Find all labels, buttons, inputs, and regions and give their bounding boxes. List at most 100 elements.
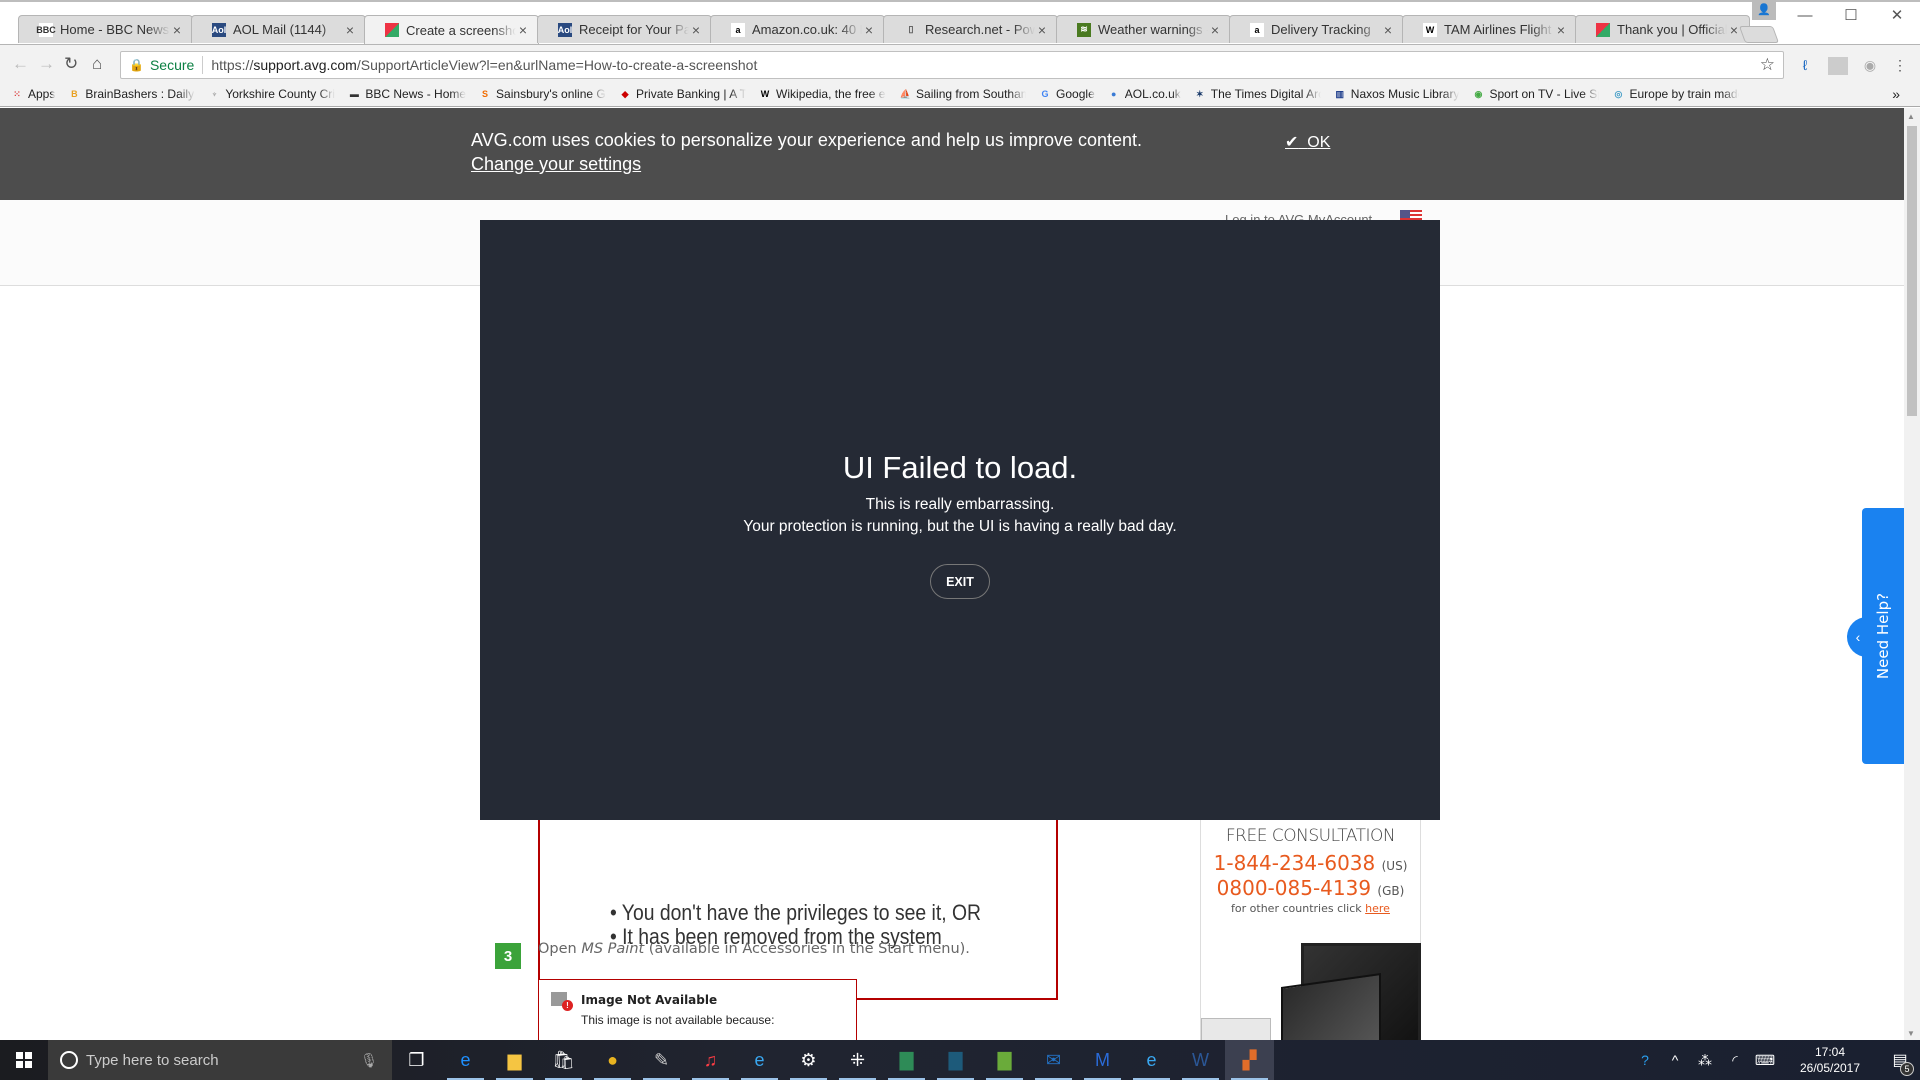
home-button[interactable]: ⌂ <box>92 54 102 74</box>
store-icon[interactable]: 🛍 <box>539 1040 588 1080</box>
close-tab-icon[interactable]: × <box>170 22 184 38</box>
bookmarks-overflow-button[interactable]: » <box>1892 86 1900 102</box>
pc-image <box>1201 1018 1271 1040</box>
avg-icon[interactable]: ▞ <box>1225 1040 1274 1080</box>
close-tab-icon[interactable]: × <box>1727 22 1741 38</box>
outlook-icon[interactable]: ✉ <box>1029 1040 1078 1080</box>
tab-6[interactable]: ≋ Weather warnings - S× <box>1056 15 1231 43</box>
tab-7[interactable]: a Delivery Tracking × <box>1229 15 1404 43</box>
address-bar[interactable]: 🔒 Secure https://support.avg.com/Support… <box>120 51 1784 79</box>
maximize-button[interactable]: ☐ <box>1828 0 1874 30</box>
extension-image-icon[interactable] <box>1828 57 1848 75</box>
bookmark-item[interactable]: ◎ Europe by train made <box>1611 87 1740 101</box>
tab-5[interactable]: ▯ Research.net - Power× <box>883 15 1058 43</box>
change-settings-link[interactable]: Change your settings <box>471 154 641 175</box>
tab-2[interactable]: Create a screenshot |× <box>364 15 539 44</box>
edge-icon[interactable]: e <box>441 1040 490 1080</box>
bookmark-item[interactable]: ✶ The Times Digital Arcl <box>1193 87 1321 101</box>
ie-icon[interactable]: e <box>1127 1040 1176 1080</box>
close-tab-icon[interactable]: × <box>1381 22 1395 38</box>
wifi-icon[interactable]: ◜ <box>1720 1052 1750 1069</box>
bookmark-item[interactable]: ⛵ Sailing from Southam <box>898 87 1026 101</box>
start-button[interactable] <box>0 1040 48 1080</box>
dropbox-icon[interactable]: ⁂ <box>1690 1052 1720 1069</box>
reload-button[interactable]: ↻ <box>64 54 78 74</box>
tab-1[interactable]: Aol AOL Mail (1144) × <box>191 15 366 43</box>
app-grid-icon[interactable]: ⁜ <box>833 1040 882 1080</box>
scroll-up-arrow-icon[interactable]: ▲ <box>1907 112 1915 121</box>
scroll-down-arrow-icon[interactable]: ▼ <box>1907 1029 1915 1038</box>
close-tab-icon[interactable]: × <box>1554 22 1568 38</box>
new-tab-button[interactable] <box>1738 26 1780 43</box>
bookmark-label: Sainsbury's online Gro <box>496 87 607 101</box>
divider <box>202 56 204 74</box>
word-icon[interactable]: W <box>1176 1040 1225 1080</box>
tab-9[interactable]: Thank you | Official A× <box>1575 15 1750 43</box>
task-view-icon[interactable]: ❐ <box>392 1040 441 1080</box>
minimize-button[interactable]: — <box>1782 0 1828 30</box>
tab-8[interactable]: W TAM Airlines Flight 3 × <box>1402 15 1577 43</box>
clock[interactable]: 17:04 26/05/2017 <box>1790 1044 1870 1076</box>
bookmark-item[interactable]: ◆ Private Banking | A Ta <box>618 87 746 101</box>
forward-button[interactable]: → <box>38 54 55 74</box>
microphone-icon[interactable]: 🎙 <box>360 1052 378 1069</box>
cookie-ok-button[interactable]: ✔ OK <box>1285 132 1330 152</box>
evernote-icon[interactable]: ▇ <box>980 1040 1029 1080</box>
help-icon[interactable]: ? <box>1630 1052 1660 1068</box>
bookmark-item[interactable]: G Google <box>1038 87 1095 101</box>
close-tab-icon[interactable]: × <box>1208 22 1222 38</box>
extension-circle-icon[interactable]: ◉ <box>1860 57 1880 75</box>
bookmark-item[interactable]: ◉ Sport on TV - Live Spc <box>1471 87 1600 101</box>
image-unavailable-box-1: • You don't have the privileges to see i… <box>538 798 1058 1000</box>
close-tab-icon[interactable]: × <box>343 22 357 38</box>
other-countries-link[interactable]: here <box>1365 902 1390 915</box>
extension-icon[interactable]: ℓ <box>1795 57 1815 75</box>
settings-icon[interactable]: ⚙ <box>784 1040 833 1080</box>
malwarebytes-icon[interactable]: M <box>1078 1040 1127 1080</box>
action-center-icon[interactable]: ▤ 5 <box>1880 1050 1920 1076</box>
show-hidden-icons-chevron-icon[interactable]: ^ <box>1660 1052 1690 1068</box>
exit-button[interactable]: EXIT <box>930 564 990 599</box>
file-explorer-icon[interactable]: ▆ <box>490 1040 539 1080</box>
paint-icon[interactable]: ✎ <box>637 1040 686 1080</box>
taskbar-search[interactable]: Type here to search 🎙 <box>48 1040 392 1080</box>
system-tray: ? ^ ⁂ ◜ ⌨ 17:04 26/05/2017 ▤ 5 <box>1630 1044 1920 1076</box>
scroll-thumb[interactable] <box>1907 126 1917 416</box>
bookmark-item[interactable]: ⁙ Apps <box>10 87 55 101</box>
keyboard-icon[interactable]: ⌨ <box>1750 1052 1780 1069</box>
tab-4[interactable]: a Amazon.co.uk: 40 Kin× <box>710 15 885 43</box>
tab-0[interactable]: BBC Home - BBC News × <box>18 15 193 43</box>
error-line-2: Your protection is running, but the UI i… <box>743 518 1177 535</box>
tab-3[interactable]: Aol Receipt for Your Paym× <box>537 15 712 43</box>
chrome-menu-icon[interactable]: ⋮ <box>1890 57 1910 75</box>
tab-title: Delivery Tracking <box>1271 22 1371 37</box>
url-text[interactable]: https://support.avg.com/SupportArticleVi… <box>211 57 757 73</box>
close-tab-icon[interactable]: × <box>862 22 876 38</box>
chrome-icon[interactable]: ● <box>588 1040 637 1080</box>
bookmark-label: Naxos Music Library <box>1350 87 1460 101</box>
tab-title: Weather warnings - S <box>1098 22 1208 37</box>
itunes-icon[interactable]: ♫ <box>686 1040 735 1080</box>
back-button[interactable]: ← <box>12 54 29 74</box>
bookmark-item[interactable]: ● AOL.co.uk <box>1107 87 1181 101</box>
chevron-left-icon[interactable]: ‹ <box>1847 617 1877 657</box>
bookmark-star-icon[interactable]: ☆ <box>1760 55 1775 75</box>
bookmark-item[interactable]: ▥ Naxos Music Library <box>1333 87 1460 101</box>
page-scrollbar[interactable]: ▲ ▼ <box>1904 108 1920 1040</box>
close-tab-icon[interactable]: × <box>1035 22 1049 38</box>
bookmark-item[interactable]: W Wikipedia, the free en <box>758 87 886 101</box>
bookmark-item[interactable]: B BrainBashers : Daily Fu <box>67 87 195 101</box>
close-tab-icon[interactable]: × <box>689 22 703 38</box>
project-icon[interactable]: ▇ <box>882 1040 931 1080</box>
bookmark-item[interactable]: ♆ Yorkshire County Cricl <box>207 87 335 101</box>
bookmark-item[interactable]: ▬ BBC News - Home <box>347 87 466 101</box>
profile-avatar-icon[interactable]: 👤 <box>1752 0 1776 20</box>
bookmark-item[interactable]: S Sainsbury's online Gro <box>478 87 606 101</box>
close-tab-icon[interactable]: × <box>516 22 530 38</box>
phone-gb[interactable]: 0800-085-4139 (GB) <box>1201 876 1420 900</box>
internet-explorer-icon[interactable]: e <box>735 1040 784 1080</box>
rs-icon[interactable]: ▇ <box>931 1040 980 1080</box>
close-window-button[interactable]: ✕ <box>1874 0 1920 30</box>
aol-icon: Aol <box>211 22 227 37</box>
phone-us[interactable]: 1-844-234-6038 (US) <box>1201 851 1420 875</box>
